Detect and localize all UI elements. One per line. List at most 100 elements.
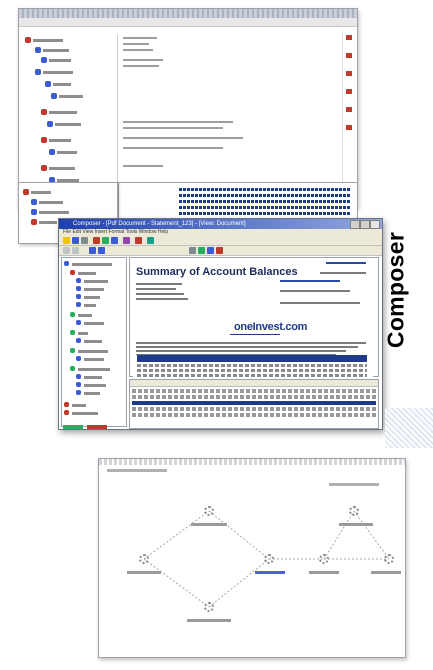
folder-icon: [23, 189, 29, 195]
folder-icon: [70, 312, 75, 317]
composer-main-window[interactable]: Composer - [Pdf Document - Statement_123…: [58, 218, 383, 430]
tree-item[interactable]: [43, 49, 69, 52]
toolbar-secondary: [59, 246, 382, 256]
back-window-titlebar: [19, 9, 357, 18]
document-icon: [76, 302, 81, 307]
gear-icon[interactable]: [139, 554, 149, 564]
tree-item[interactable]: [78, 272, 96, 275]
table-header: [137, 355, 367, 362]
document-icon: [49, 149, 55, 155]
grid-row[interactable]: [132, 395, 376, 399]
folder-icon: [41, 165, 47, 171]
minimize-icon[interactable]: [350, 220, 360, 229]
open-icon[interactable]: [72, 237, 79, 244]
tree-item[interactable]: [53, 83, 71, 86]
grid-header: [130, 380, 378, 387]
tree-item[interactable]: [84, 296, 100, 299]
cut-icon[interactable]: [93, 237, 100, 244]
tree-item[interactable]: [49, 139, 71, 142]
window-title: Composer - [Pdf Document - Statement_123…: [73, 221, 246, 227]
gear-icon[interactable]: [264, 554, 274, 564]
node-label: [127, 571, 161, 574]
gear-icon[interactable]: [204, 602, 214, 612]
table-row: [137, 364, 367, 367]
tool-icon[interactable]: [216, 247, 223, 254]
format-icon[interactable]: [123, 237, 130, 244]
delete-icon[interactable]: [135, 237, 142, 244]
tree-item[interactable]: [84, 304, 96, 307]
tool-icon[interactable]: [63, 247, 70, 254]
document-icon: [35, 69, 41, 75]
tree-item[interactable]: [49, 59, 71, 62]
back-window-editor: [119, 31, 339, 203]
tree-item[interactable]: [84, 384, 106, 387]
document-icon: [41, 57, 47, 63]
tree-item[interactable]: [59, 95, 83, 98]
tree-item[interactable]: [57, 151, 77, 154]
maximize-icon[interactable]: [360, 220, 370, 229]
folder-icon: [70, 366, 75, 371]
tree-item[interactable]: [55, 123, 81, 126]
new-icon[interactable]: [63, 237, 70, 244]
save-icon[interactable]: [81, 237, 88, 244]
document-icon: [31, 199, 37, 205]
copy-icon[interactable]: [102, 237, 109, 244]
product-title: Composer: [382, 231, 409, 349]
paste-icon[interactable]: [111, 237, 118, 244]
tree-item[interactable]: [72, 412, 98, 415]
gear-icon[interactable]: [349, 506, 359, 516]
document-icon: [76, 390, 81, 395]
tool-icon[interactable]: [89, 247, 96, 254]
tool-icon[interactable]: [72, 247, 79, 254]
node-label: [255, 571, 285, 574]
tree-item[interactable]: [43, 71, 73, 74]
grid-row[interactable]: [132, 389, 376, 393]
tab-icon[interactable]: [63, 425, 83, 429]
tree-item[interactable]: [33, 39, 63, 42]
toolbar-primary: [59, 236, 382, 246]
tool-icon[interactable]: [207, 247, 214, 254]
grid-row[interactable]: [132, 407, 376, 411]
tree-item[interactable]: [49, 111, 77, 114]
gear-icon[interactable]: [204, 506, 214, 516]
tree-item[interactable]: [72, 404, 86, 407]
tab-icon[interactable]: [87, 425, 107, 429]
document-icon: [76, 382, 81, 387]
doc-header-link[interactable]: [326, 262, 366, 264]
tool-icon[interactable]: [98, 247, 105, 254]
tree-item[interactable]: [84, 340, 102, 343]
tree-item[interactable]: [84, 322, 104, 325]
document-icon: [76, 356, 81, 361]
tree-item[interactable]: [78, 350, 108, 353]
grid-row[interactable]: [132, 413, 376, 417]
window-titlebar[interactable]: Composer - [Pdf Document - Statement_123…: [59, 219, 382, 229]
gear-icon[interactable]: [384, 554, 394, 564]
run-icon[interactable]: [147, 237, 154, 244]
document-icon: [76, 320, 81, 325]
properties-grid[interactable]: [129, 379, 379, 429]
workflow-diagram-window[interactable]: [98, 458, 406, 658]
grid-row-selected[interactable]: [132, 401, 376, 405]
tree-item[interactable]: [84, 280, 108, 283]
tree-item[interactable]: [78, 368, 110, 371]
tree-item[interactable]: [84, 392, 100, 395]
logo-underline: [230, 334, 280, 335]
menu-bar[interactable]: File Edit View Insert Format Tools Windo…: [59, 229, 382, 236]
document-icon: [51, 93, 57, 99]
tree-item[interactable]: [84, 358, 104, 361]
tree-item[interactable]: [78, 314, 92, 317]
tree-item[interactable]: [84, 288, 104, 291]
gear-icon[interactable]: [319, 554, 329, 564]
tree-item[interactable]: [72, 263, 112, 266]
project-tree[interactable]: [61, 257, 127, 427]
back-window-right-toolbar: [342, 31, 355, 203]
tree-item[interactable]: [78, 332, 88, 335]
tool-icon[interactable]: [189, 247, 196, 254]
tree-item[interactable]: [84, 376, 102, 379]
tool-icon[interactable]: [198, 247, 205, 254]
close-icon[interactable]: [370, 220, 380, 229]
node-label: [191, 523, 227, 526]
tree-item[interactable]: [49, 167, 75, 170]
menu-items[interactable]: File Edit View Insert Format Tools Windo…: [63, 229, 168, 235]
document-heading: Summary of Account Balances: [136, 266, 298, 278]
